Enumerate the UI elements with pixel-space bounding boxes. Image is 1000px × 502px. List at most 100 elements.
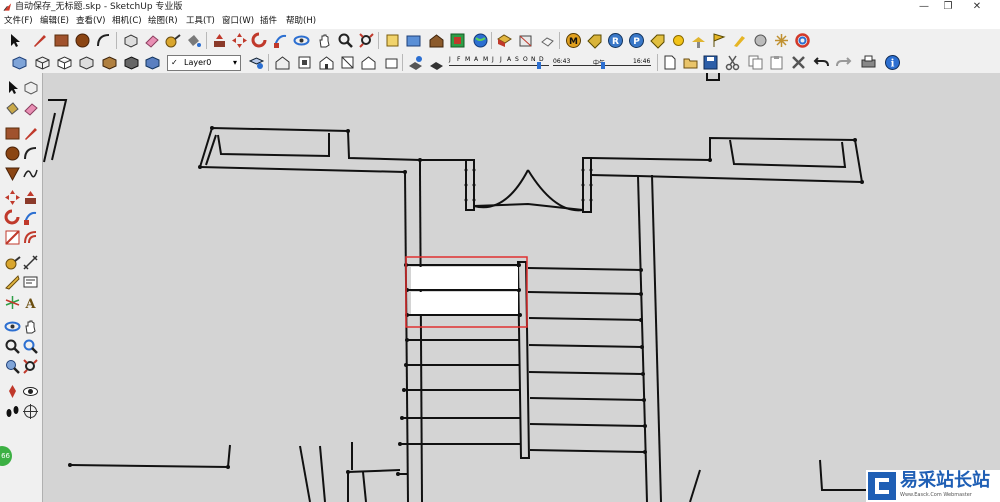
text-tool-icon[interactable] (22, 274, 39, 291)
pencil-icon[interactable] (22, 125, 39, 142)
menu-tools[interactable]: 工具(T) (186, 14, 215, 29)
move-icon[interactable] (231, 32, 248, 49)
follow-me-icon[interactable] (272, 32, 289, 49)
rotate-icon[interactable] (251, 32, 268, 49)
maximize-button[interactable]: ❐ (934, 0, 962, 14)
zoom-icon[interactable] (337, 32, 354, 49)
shadow-toggle-icon[interactable] (428, 54, 445, 71)
arc-icon[interactable] (95, 32, 112, 49)
eraser-icon[interactable] (22, 100, 39, 117)
previous-view-icon[interactable] (4, 358, 21, 375)
menu-edit[interactable]: 编辑(E) (40, 14, 69, 29)
walk-icon[interactable] (4, 403, 21, 420)
make-component-icon[interactable] (122, 32, 139, 49)
copy-icon[interactable] (747, 54, 764, 71)
menu-help[interactable]: 帮助(H) (286, 14, 316, 29)
month-slider-handle[interactable] (537, 62, 541, 69)
paint-bucket-icon[interactable] (4, 100, 21, 117)
iso-view-icon[interactable] (11, 54, 28, 71)
menu-view[interactable]: 查看(V) (76, 14, 105, 29)
paste-icon[interactable] (768, 54, 785, 71)
select-arrow-icon[interactable] (4, 79, 21, 96)
arc-icon[interactable] (22, 145, 39, 162)
open-folder-icon[interactable] (682, 54, 699, 71)
redo-icon[interactable] (835, 54, 852, 71)
save-icon[interactable] (702, 54, 719, 71)
drawing-canvas[interactable] (43, 73, 1000, 502)
eraser-icon[interactable] (143, 32, 160, 49)
cut-icon[interactable] (724, 54, 741, 71)
materials-icon[interactable] (517, 32, 534, 49)
follow-me-icon[interactable] (22, 209, 39, 226)
plugin-ring-icon[interactable] (794, 32, 811, 49)
plugin-pin-icon[interactable] (730, 32, 747, 49)
rectangle-icon[interactable] (4, 125, 21, 142)
standard-iso-icon[interactable] (274, 54, 291, 71)
push-pull-icon[interactable] (22, 189, 39, 206)
menu-draw[interactable]: 绘图(R) (148, 14, 178, 29)
orbit-icon[interactable] (4, 318, 21, 335)
layer-manager-icon[interactable] (248, 54, 265, 71)
front-view-icon[interactable] (318, 54, 335, 71)
print-icon[interactable] (860, 54, 877, 71)
shaded-view-icon[interactable] (78, 54, 95, 71)
shadow-timeline[interactable]: J F M A M J J A S O N D 06:43 中午 16:46 (449, 54, 653, 71)
zoom-window-icon[interactable] (22, 338, 39, 355)
wireframe-view-icon[interactable] (34, 54, 51, 71)
styles-icon[interactable] (539, 32, 556, 49)
menu-window[interactable]: 窗口(W) (222, 14, 254, 29)
layer-select[interactable]: ✓ Layer0 ▾ (167, 55, 241, 71)
plugin-tag-icon[interactable] (586, 32, 603, 49)
xray-view-icon[interactable] (144, 54, 161, 71)
back-view-icon[interactable] (360, 54, 377, 71)
new-file-icon[interactable] (661, 54, 678, 71)
rotate-icon[interactable] (4, 209, 21, 226)
scale-icon[interactable] (4, 229, 21, 246)
time-slider-handle[interactable] (601, 62, 605, 69)
chevron-down-icon[interactable]: ▾ (233, 56, 237, 70)
dimension-icon[interactable] (22, 254, 39, 271)
look-around-icon[interactable] (22, 383, 39, 400)
plugin-sun-icon[interactable] (670, 32, 687, 49)
protractor-icon[interactable] (4, 274, 21, 291)
3d-text-icon[interactable]: A (22, 294, 39, 311)
section-plane-icon[interactable] (22, 403, 39, 420)
top-view-icon[interactable] (296, 54, 313, 71)
plugin-m-icon[interactable]: M (565, 32, 582, 49)
plugin-hat-icon[interactable] (690, 32, 707, 49)
shadow-settings-icon[interactable] (407, 54, 424, 71)
paint-bucket-icon[interactable] (185, 32, 202, 49)
extension-icon[interactable] (449, 32, 466, 49)
tape-measure-icon[interactable] (164, 32, 181, 49)
tape-measure-icon[interactable] (4, 254, 21, 271)
selected-face[interactable] (411, 267, 518, 289)
selected-face[interactable] (411, 292, 518, 314)
plugin-label-icon[interactable] (649, 32, 666, 49)
offset-icon[interactable] (22, 229, 39, 246)
zoom-icon[interactable] (4, 338, 21, 355)
circle-icon[interactable] (74, 32, 91, 49)
delete-icon[interactable] (790, 54, 807, 71)
undo-icon[interactable] (813, 54, 830, 71)
pencil-icon[interactable] (31, 32, 48, 49)
plugin-p-icon[interactable]: P (628, 32, 645, 49)
plugin-sphere-icon[interactable] (752, 32, 769, 49)
warehouse-icon[interactable] (428, 32, 445, 49)
components-icon[interactable] (496, 32, 513, 49)
menu-file[interactable]: 文件(F) (4, 14, 33, 29)
right-view-icon[interactable] (339, 54, 356, 71)
menu-camera[interactable]: 相机(C) (112, 14, 142, 29)
pan-hand-icon[interactable] (22, 318, 39, 335)
select-arrow-icon[interactable] (6, 32, 23, 49)
move-icon[interactable] (4, 189, 21, 206)
print-preview-icon[interactable] (384, 32, 401, 49)
textured-view-icon[interactable] (101, 54, 118, 71)
freehand-icon[interactable] (22, 165, 39, 182)
model-info-i-icon[interactable]: i (884, 54, 901, 71)
plugin-flag-icon[interactable] (710, 32, 727, 49)
menu-plugins[interactable]: 插件 (260, 14, 277, 29)
circle-icon[interactable] (4, 145, 21, 162)
model-viewport[interactable] (43, 73, 1000, 502)
position-camera-icon[interactable] (4, 383, 21, 400)
orbit-icon[interactable] (293, 32, 310, 49)
